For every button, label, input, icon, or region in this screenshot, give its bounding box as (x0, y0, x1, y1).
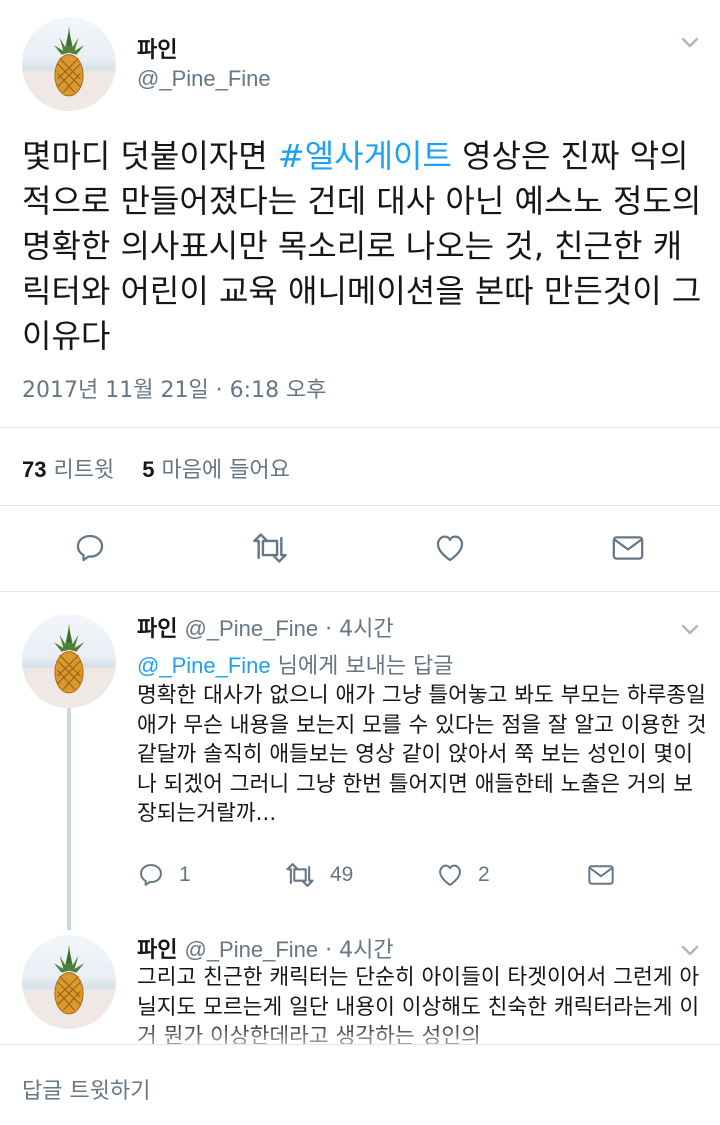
chevron-down-icon[interactable] (678, 30, 702, 54)
reply-action-like[interactable]: 2 (436, 861, 490, 889)
divider (0, 427, 720, 428)
scroll-fade (130, 1020, 720, 1044)
author-avatar[interactable] (22, 17, 116, 111)
tweet-stats: 73 리트윗 5 마음에 들어요 (22, 452, 290, 484)
tweet-text-before: 몇마디 덧붙이자면 (22, 137, 278, 175)
heart-icon[interactable] (432, 531, 468, 565)
author-handle[interactable]: @_Pine_Fine (137, 66, 271, 92)
reply-author-name[interactable]: 파인 (137, 617, 177, 642)
tweet-text: 몇마디 덧붙이자면 #엘사게이트 영상은 진짜 악의적으로 만들어졌다는 건데 … (22, 134, 702, 359)
reply-time: · 4시간 (325, 938, 394, 963)
reply-icon[interactable] (73, 531, 107, 565)
reply-icon (140, 864, 162, 886)
reply-composer[interactable]: 답글 트윗하기 (0, 1044, 720, 1125)
hashtag-link[interactable]: #엘사게이트 (278, 137, 452, 175)
heart-icon (439, 864, 461, 886)
like-count: 2 (478, 863, 490, 886)
reply-time: · 4시간 (325, 617, 394, 642)
divider (0, 505, 720, 506)
message-icon[interactable] (587, 862, 615, 888)
reply-avatar[interactable] (22, 935, 116, 1029)
reply-action-reply[interactable]: 1 (137, 861, 191, 889)
reply-header: 파인 @_Pine_Fine · 4시간 (137, 611, 394, 643)
chevron-down-icon[interactable] (678, 938, 702, 962)
reply-input[interactable]: 답글 트윗하기 (22, 1073, 150, 1105)
replying-to: @_Pine_Fine 님에게 보내는 답글 (137, 648, 454, 680)
author-name[interactable]: 파인 (137, 32, 177, 64)
reply-text: 명확한 대사가 없으니 애가 그냥 틀어놓고 봐도 부모는 하루종일 애가 무슨… (137, 683, 707, 826)
reply-count: 1 (179, 863, 191, 886)
retweet-stat[interactable]: 73 리트윗 (22, 457, 114, 483)
replying-to-mention[interactable]: @_Pine_Fine (137, 653, 271, 678)
reply-action-retweet[interactable]: 49 (284, 861, 353, 889)
like-stat[interactable]: 5 마음에 들어요 (142, 457, 290, 483)
reply-author-handle[interactable]: @_Pine_Fine (184, 937, 318, 962)
reply-avatar[interactable] (22, 614, 116, 708)
reply-author-handle[interactable]: @_Pine_Fine (184, 616, 318, 641)
retweet-icon[interactable] (250, 531, 290, 565)
thread-line (67, 708, 71, 930)
chevron-down-icon[interactable] (678, 617, 702, 641)
retweet-count: 49 (330, 863, 354, 886)
reply-author-name[interactable]: 파인 (137, 938, 177, 963)
replying-to-suffix: 님에게 보내는 답글 (270, 654, 454, 679)
message-icon[interactable] (611, 532, 645, 564)
retweet-icon (286, 863, 314, 887)
reply-header: 파인 @_Pine_Fine · 4시간 (137, 932, 394, 964)
divider (0, 591, 720, 592)
tweet-timestamp: 2017년 11월 21일 · 6:18 오후 (22, 378, 327, 403)
